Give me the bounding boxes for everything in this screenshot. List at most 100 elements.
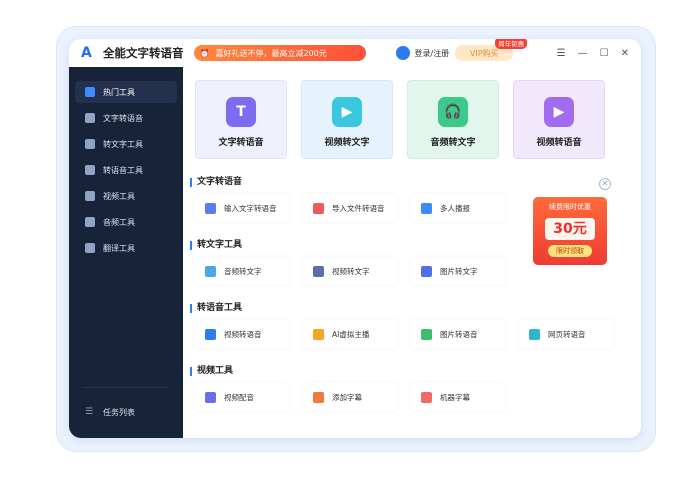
video-file-icon <box>313 265 324 277</box>
tool-video-to-speech[interactable]: 视频转语音 <box>195 320 289 348</box>
maximize-icon[interactable]: ☐ <box>600 48 609 59</box>
ad-title: 续费限时优惠 <box>549 203 591 211</box>
sidebar-item-text-to-speech[interactable]: 文字转语音 <box>75 107 177 129</box>
tool-label: AI虚拟主播 <box>332 329 370 339</box>
card-video-to-text[interactable]: ▶ 视频转文字 <box>301 80 393 159</box>
sidebar-divider <box>83 387 169 388</box>
tool-label: 视频转语音 <box>224 329 262 339</box>
tool-label: 图片转文字 <box>440 266 478 276</box>
tool-label: 多人播报 <box>440 203 470 213</box>
tool-video-dubbing[interactable]: 视频配音 <box>195 383 289 411</box>
tool-multi-speaker[interactable]: 多人播报 <box>411 194 505 222</box>
tool-label: 机器字幕 <box>440 392 470 402</box>
app-window: A 全能文字转语音 ⏰ 嘉好礼送不停，最高立减200元 登录/注册 VIP购买 周年… <box>69 39 641 438</box>
webpage-icon <box>529 328 540 340</box>
card-label: 音频转文字 <box>430 138 476 148</box>
card-label: 视频转语音 <box>536 138 582 148</box>
vip-label: VIP购买 <box>469 48 499 58</box>
section-title: 文字转语音 <box>190 178 242 187</box>
login-link[interactable]: 登录/注册 <box>415 48 450 59</box>
tool-label: 视频转文字 <box>332 266 370 276</box>
promo-ad[interactable]: 续费限时优惠 30元 限时领取 <box>533 197 607 265</box>
tool-video-to-text[interactable]: 视频转文字 <box>303 257 397 285</box>
avatar[interactable] <box>395 46 410 60</box>
sidebar-item-label: 转语音工具 <box>103 165 143 175</box>
alarm-clock-icon: ⏰ <box>199 48 210 58</box>
vip-button[interactable]: VIP购买 周年钜惠 <box>455 39 528 61</box>
card-label: 文字转语音 <box>218 138 264 148</box>
app-logo-icon: A <box>81 45 92 61</box>
sidebar-item-audio[interactable]: 音频工具 <box>75 211 177 233</box>
tool-label: 图片转语音 <box>440 329 478 339</box>
video-icon <box>85 191 95 201</box>
image-speech-icon <box>421 328 432 340</box>
sidebar: 热门工具 文字转语音 转文字工具 转语音工具 视频工具 音频工具 翻译工具 ☰ 任… <box>69 67 183 438</box>
tool-audio-to-text[interactable]: 音频转文字 <box>195 257 289 285</box>
tool-label: 视频配音 <box>224 392 254 402</box>
play-icon: ▶ <box>544 97 574 127</box>
minimize-icon[interactable]: — <box>578 48 588 59</box>
title-bar: A 全能文字转语音 ⏰ 嘉好礼送不停，最高立减200元 登录/注册 VIP购买 周年… <box>69 39 641 67</box>
sidebar-item-label: 翻译工具 <box>103 243 135 253</box>
to-text-icon <box>85 139 95 149</box>
tool-add-subtitles[interactable]: 添加字幕 <box>303 383 397 411</box>
sidebar-item-label: 视频工具 <box>103 191 135 201</box>
ad-close-icon[interactable]: ✕ <box>599 178 611 190</box>
audio-icon <box>85 217 95 227</box>
people-icon <box>421 202 432 214</box>
close-icon[interactable]: ✕ <box>621 48 629 59</box>
vip-badge: 周年钜惠 <box>495 39 528 49</box>
menu-icon[interactable]: ☰ <box>557 48 566 59</box>
file-icon <box>313 202 324 214</box>
sidebar-item-label: 转文字工具 <box>103 139 143 149</box>
section-title: 转语音工具 <box>190 304 242 313</box>
sidebar-item-label: 音频工具 <box>103 217 135 227</box>
text-input-icon <box>205 202 216 214</box>
task-list-label: 任务列表 <box>103 407 135 417</box>
tool-input-text-to-speech[interactable]: 输入文字转语音 <box>195 194 289 222</box>
headphones-icon: 🎧 <box>438 97 468 127</box>
video-speech-icon <box>205 328 216 340</box>
tool-image-to-text[interactable]: 图片转文字 <box>411 257 505 285</box>
sidebar-item-label: 文字转语音 <box>103 113 143 123</box>
card-text-to-speech[interactable]: T 文字转语音 <box>195 80 287 159</box>
tool-ai-anchor[interactable]: AI虚拟主播 <box>303 320 397 348</box>
translate-icon <box>85 243 95 253</box>
text-to-speech-icon <box>85 113 95 123</box>
audio-file-icon <box>205 265 216 277</box>
tool-machine-subtitles[interactable]: 机器字幕 <box>411 383 505 411</box>
sidebar-item-translate[interactable]: 翻译工具 <box>75 237 177 259</box>
ad-value: 30元 <box>545 218 595 240</box>
promo-banner[interactable]: ⏰ 嘉好礼送不停，最高立减200元 <box>193 45 366 61</box>
card-audio-to-text[interactable]: 🎧 音频转文字 <box>407 80 499 159</box>
section-title: 转文字工具 <box>190 241 242 250</box>
sidebar-item-hot-tools[interactable]: 热门工具 <box>75 81 177 103</box>
ad-claim-button[interactable]: 限时领取 <box>548 245 592 257</box>
text-icon: T <box>226 97 256 127</box>
main-content: T 文字转语音 ▶ 视频转文字 🎧 音频转文字 ▶ 视频转语音 文字转语音 输入文字转语… <box>183 67 641 438</box>
hot-tools-icon <box>85 87 95 97</box>
ai-anchor-icon <box>313 328 324 340</box>
tool-label: 网页转语音 <box>548 329 586 339</box>
task-list-button[interactable]: ☰ 任务列表 <box>75 401 177 423</box>
tool-webpage-to-speech[interactable]: 网页转语音 <box>519 320 613 348</box>
list-icon: ☰ <box>85 407 94 417</box>
sidebar-item-to-text[interactable]: 转文字工具 <box>75 133 177 155</box>
section-title: 视频工具 <box>190 367 233 376</box>
tool-label: 导入文件转语音 <box>332 203 385 213</box>
image-icon <box>421 265 432 277</box>
subtitle-icon <box>313 391 324 403</box>
tool-import-file[interactable]: 导入文件转语音 <box>303 194 397 222</box>
tool-label: 音频转文字 <box>224 266 262 276</box>
tool-image-to-speech[interactable]: 图片转语音 <box>411 320 505 348</box>
machine-subtitle-icon <box>421 391 432 403</box>
card-video-to-speech[interactable]: ▶ 视频转语音 <box>513 80 605 159</box>
tool-label: 添加字幕 <box>332 392 362 402</box>
sidebar-item-to-speech[interactable]: 转语音工具 <box>75 159 177 181</box>
video-camera-icon: ▶ <box>332 97 362 127</box>
sidebar-item-video[interactable]: 视频工具 <box>75 185 177 207</box>
dubbing-icon <box>205 391 216 403</box>
promo-text: 嘉好礼送不停，最高立减200元 <box>215 48 327 58</box>
card-label: 视频转文字 <box>324 138 370 148</box>
to-speech-icon <box>85 165 95 175</box>
